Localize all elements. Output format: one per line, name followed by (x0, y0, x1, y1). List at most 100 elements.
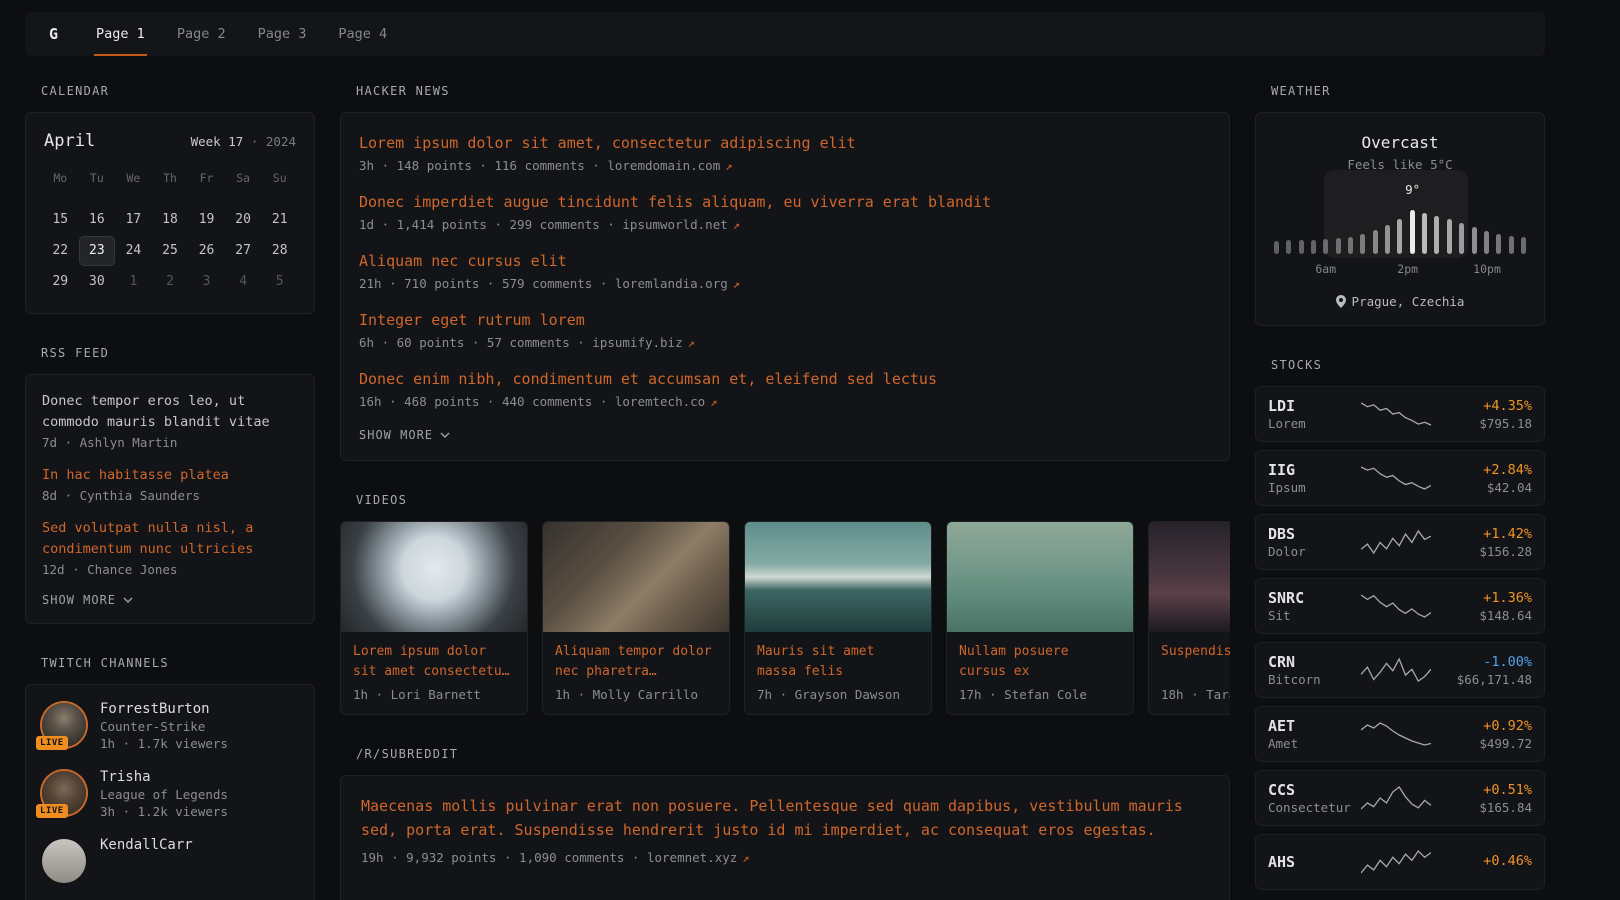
rss-item-meta: 12d · Chance Jones (42, 562, 298, 577)
video-card[interactable]: Nullam posuere cursus ex 17h · Stefan Co… (946, 521, 1134, 715)
external-link-icon[interactable]: ↗ (710, 395, 717, 409)
rss-item: Donec tempor eros leo, ut commodo mauris… (42, 391, 298, 450)
video-card[interactable]: Aliquam tempor dolor nec pharetra… 1h · … (542, 521, 730, 715)
calendar-day[interactable]: 17 (115, 205, 152, 235)
video-card[interactable]: Suspendisse diam 18h · Tara (1148, 521, 1230, 715)
videos-row: Lorem ipsum dolor sit amet consectetu… 1… (340, 521, 1230, 715)
twitch-channel-viewers: 3h · 1.2k viewers (100, 804, 228, 819)
calendar-day[interactable]: 20 (225, 205, 262, 235)
twitch-channel[interactable]: KendallCarr (42, 837, 298, 883)
stock-price: $148.64 (1440, 608, 1532, 623)
news-title-link[interactable]: Lorem ipsum dolor sit amet, consectetur … (359, 133, 1211, 154)
subreddit-header: /R/SUBREDDIT (356, 747, 1230, 761)
hacker-news-widget: HACKER NEWS Lorem ipsum dolor sit amet, … (340, 84, 1230, 461)
tab-page-4[interactable]: Page 4 (336, 12, 389, 56)
twitch-channel[interactable]: LIVE Trisha League of Legends 3h · 1.2k … (42, 769, 298, 819)
stock-row[interactable]: IIGIpsum +2.84%$42.04 (1255, 450, 1545, 506)
calendar-day[interactable]: 21 (261, 205, 298, 235)
stock-name: Amet (1268, 736, 1352, 751)
calendar-day[interactable]: 26 (188, 236, 225, 266)
rss-item-link[interactable]: Sed volutpat nulla nisl, a condimentum n… (42, 518, 298, 560)
stock-row[interactable]: AETAmet +0.92%$499.72 (1255, 706, 1545, 762)
page-tabs: Page 1 Page 2 Page 3 Page 4 (94, 12, 389, 56)
calendar-year: 2024 (266, 134, 296, 149)
stock-change: +0.51% (1440, 782, 1532, 798)
weather-bar (1373, 230, 1378, 254)
calendar-day[interactable]: 22 (42, 236, 79, 266)
twitch-channel-info: ForrestBurton Counter-Strike 1h · 1.7k v… (100, 701, 228, 751)
calendar-day[interactable]: 23 (79, 236, 116, 266)
subreddit-meta-text: 19h · 9,932 points · 1,090 comments · lo… (361, 850, 737, 865)
calendar-day[interactable]: 29 (42, 267, 79, 297)
subreddit-panel: Maecenas mollis pulvinar erat non posuer… (340, 775, 1230, 900)
calendar-day[interactable]: 15 (42, 205, 79, 235)
calendar-day[interactable]: 4 (225, 267, 262, 297)
twitch-channel-info: KendallCarr (100, 837, 193, 883)
external-link-icon[interactable]: ↗ (742, 851, 749, 865)
video-card[interactable]: Mauris sit amet massa felis 7h · Grayson… (744, 521, 932, 715)
twitch-channel-game: League of Legends (100, 787, 228, 802)
news-meta: 21h · 710 points · 579 comments · loreml… (359, 276, 1211, 291)
twitch-channel-name: ForrestBurton (100, 701, 228, 717)
stock-change: -1.00% (1440, 654, 1532, 670)
news-title-link[interactable]: Donec imperdiet augue tincidunt felis al… (359, 192, 1211, 213)
news-show-more-button[interactable]: SHOW MORE (359, 428, 450, 442)
calendar-weekday-row: Mo Tu We Th Fr Sa Su (42, 165, 298, 191)
stock-row[interactable]: AHS +0.46% (1255, 834, 1545, 890)
calendar-day[interactable]: 5 (261, 267, 298, 297)
weather-bar (1521, 237, 1526, 254)
calendar-day[interactable]: 3 (188, 267, 225, 297)
calendar-day[interactable]: 28 (261, 236, 298, 266)
news-title-link[interactable]: Aliquam nec cursus elit (359, 251, 1211, 272)
rss-show-more-button[interactable]: SHOW MORE (42, 593, 133, 607)
stock-row[interactable]: LDILorem +4.35%$795.18 (1255, 386, 1545, 442)
video-thumbnail (947, 522, 1133, 632)
weekday-label: Mo (42, 165, 79, 191)
stock-sparkline (1352, 463, 1440, 493)
external-link-icon[interactable]: ↗ (733, 218, 740, 232)
rss-item-link[interactable]: In hac habitasse platea (42, 465, 298, 486)
calendar-day[interactable]: 19 (188, 205, 225, 235)
calendar-day[interactable]: 16 (79, 205, 116, 235)
video-title: Aliquam tempor dolor nec pharetra… (555, 642, 717, 682)
news-title-link[interactable]: Donec enim nibh, condimentum et accumsan… (359, 369, 1211, 390)
calendar-day[interactable]: 27 (225, 236, 262, 266)
calendar-day[interactable]: 18 (152, 205, 189, 235)
calendar-day[interactable]: 1 (115, 267, 152, 297)
stock-row[interactable]: SNRCSit +1.36%$148.64 (1255, 578, 1545, 634)
twitch-channel-viewers: 1h · 1.7k viewers (100, 736, 228, 751)
stock-symbol: SNRC (1268, 589, 1352, 607)
news-title-link[interactable]: Integer eget rutrum lorem (359, 310, 1211, 331)
rss-item-link[interactable]: Donec tempor eros leo, ut commodo mauris… (42, 391, 298, 433)
subreddit-widget: /R/SUBREDDIT Maecenas mollis pulvinar er… (340, 747, 1230, 900)
calendar-day[interactable]: 25 (152, 236, 189, 266)
show-more-label: SHOW MORE (42, 593, 116, 607)
stock-row[interactable]: DBSDolor +1.42%$156.28 (1255, 514, 1545, 570)
tab-page-2[interactable]: Page 2 (175, 12, 228, 56)
stock-row[interactable]: CCSConsectetur +0.51%$165.84 (1255, 770, 1545, 826)
app-logo[interactable]: G (43, 25, 64, 43)
news-meta-text: 1d · 1,414 points · 299 comments · ipsum… (359, 217, 728, 232)
stock-sparkline (1352, 591, 1440, 621)
subreddit-post-link[interactable]: Maecenas mollis pulvinar erat non posuer… (361, 794, 1209, 842)
video-title: Mauris sit amet massa felis (757, 642, 919, 682)
weather-bar (1274, 241, 1279, 254)
weather-bar (1410, 210, 1415, 254)
external-link-icon[interactable]: ↗ (688, 336, 695, 350)
video-card[interactable]: Lorem ipsum dolor sit amet consectetu… 1… (340, 521, 528, 715)
weather-condition: Overcast (1272, 133, 1528, 152)
weather-bar (1496, 234, 1501, 254)
weather-bar (1311, 240, 1316, 254)
twitch-channel[interactable]: LIVE ForrestBurton Counter-Strike 1h · 1… (42, 701, 298, 751)
external-link-icon[interactable]: ↗ (733, 277, 740, 291)
calendar-day[interactable]: 30 (79, 267, 116, 297)
external-link-icon[interactable]: ↗ (725, 159, 732, 173)
stock-row[interactable]: CRNBitcorn -1.00%$66,171.48 (1255, 642, 1545, 698)
calendar-day[interactable]: 24 (115, 236, 152, 266)
weather-header: WEATHER (1271, 84, 1545, 98)
video-body: Lorem ipsum dolor sit amet consectetu… 1… (341, 632, 527, 714)
tab-page-3[interactable]: Page 3 (256, 12, 309, 56)
calendar-day[interactable]: 2 (152, 267, 189, 297)
weather-bar (1385, 225, 1390, 254)
tab-page-1[interactable]: Page 1 (94, 12, 147, 56)
